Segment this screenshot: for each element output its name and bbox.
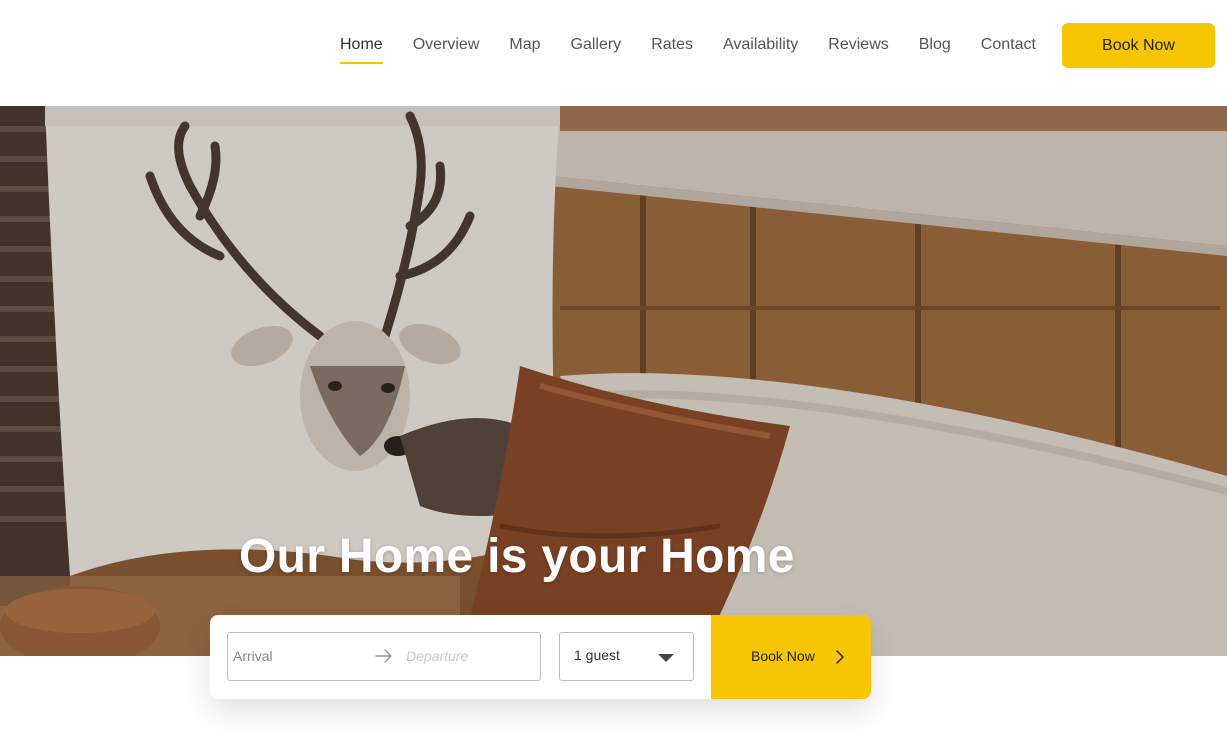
- hero-title: Our Home is your Home: [239, 530, 795, 583]
- date-range-field[interactable]: Arrival Departure: [227, 632, 541, 681]
- nav-overview[interactable]: Overview: [413, 35, 480, 55]
- nav-reviews[interactable]: Reviews: [828, 35, 888, 55]
- nav-availability[interactable]: Availability: [723, 35, 798, 55]
- arrival-input[interactable]: Arrival: [233, 648, 273, 664]
- nav-blog[interactable]: Blog: [919, 35, 951, 55]
- nav-contact[interactable]: Contact: [981, 35, 1036, 55]
- arrow-right-icon: [375, 649, 392, 663]
- chevron-right-icon: [836, 650, 844, 664]
- site-header: Home Overview Map Gallery Rates Availabi…: [0, 0, 1227, 106]
- main-nav: Home Overview Map Gallery Rates Availabi…: [340, 0, 1066, 90]
- book-now-label: Book Now: [751, 648, 815, 664]
- nav-gallery[interactable]: Gallery: [571, 35, 622, 55]
- booking-bar: Arrival Departure 1 guest Book Now: [210, 615, 871, 699]
- nav-home[interactable]: Home: [340, 35, 383, 64]
- chevron-down-icon: [658, 654, 674, 662]
- departure-input[interactable]: Departure: [406, 648, 468, 664]
- hero-section: Our Home is your Home: [0, 106, 1227, 656]
- nav-rates[interactable]: Rates: [651, 35, 693, 55]
- booking-book-now-button[interactable]: Book Now: [711, 615, 871, 699]
- nav-map[interactable]: Map: [509, 35, 540, 55]
- header-book-now-button[interactable]: Book Now: [1062, 23, 1215, 68]
- guests-select[interactable]: 1 guest: [559, 632, 694, 681]
- guests-value: 1 guest: [574, 647, 620, 663]
